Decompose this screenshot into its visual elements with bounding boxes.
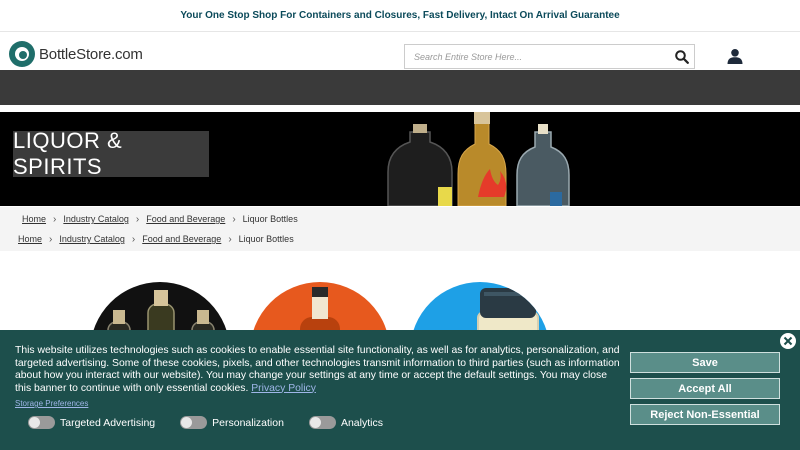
- breadcrumb-home[interactable]: Home: [18, 234, 42, 244]
- storage-preferences-link[interactable]: Storage Preferences: [15, 399, 88, 408]
- hero-title-box: LIQUOR & SPIRITS: [13, 128, 209, 179]
- search-input[interactable]: [405, 45, 670, 68]
- toggle-analytics[interactable]: Analytics: [308, 416, 383, 429]
- chevron-right-icon: ›: [49, 233, 53, 245]
- privacy-policy-link[interactable]: Privacy Policy: [251, 383, 316, 394]
- logo-text: BottleStore.com: [39, 45, 143, 63]
- toggle-label: Analytics: [340, 416, 383, 429]
- promo-text: Your One Stop Shop For Containers and Cl…: [180, 10, 620, 21]
- breadcrumb-current: Liquor Bottles: [242, 214, 298, 224]
- logo[interactable]: BottleStore.com: [9, 41, 143, 67]
- chevron-right-icon: ›: [232, 213, 236, 225]
- accept-all-button[interactable]: Accept All: [630, 378, 780, 399]
- logo-icon: [9, 41, 35, 67]
- toggle-targeted-advertising[interactable]: Targeted Advertising: [28, 416, 155, 429]
- main-navigation: [0, 70, 800, 105]
- bottles-image: [387, 112, 570, 206]
- breadcrumb-food-and-beverage[interactable]: Food and Beverage: [142, 234, 221, 244]
- toggle-label: Personalization: [212, 416, 284, 429]
- promo-banner: Your One Stop Shop For Containers and Cl…: [0, 0, 800, 32]
- chevron-right-icon: ›: [228, 233, 232, 245]
- save-button[interactable]: Save: [630, 352, 780, 373]
- breadcrumb-food-and-beverage[interactable]: Food and Beverage: [146, 214, 225, 224]
- toggle-personalization[interactable]: Personalization: [180, 416, 284, 429]
- site-header: BottleStore.com: [0, 33, 800, 70]
- toggle-switch[interactable]: [180, 416, 208, 429]
- breadcrumb-industry-catalog[interactable]: Industry Catalog: [63, 214, 129, 224]
- chevron-right-icon: ›: [135, 213, 140, 225]
- cookie-text: This website utilizes technologies such …: [15, 345, 623, 395]
- breadcrumb: Home › Industry Catalog › Food and Bever…: [0, 209, 800, 229]
- search-bar: [404, 44, 695, 69]
- breadcrumb: Home › Industry Catalog › Food and Bever…: [0, 229, 800, 249]
- cookie-consent-banner: This website utilizes technologies such …: [0, 330, 800, 450]
- category-hero: LIQUOR & SPIRITS: [0, 112, 800, 206]
- toggle-label: Targeted Advertising: [60, 416, 156, 429]
- reject-non-essential-button[interactable]: Reject Non-Essential: [630, 404, 780, 425]
- breadcrumb-home[interactable]: Home: [22, 214, 46, 224]
- cookie-message: This website utilizes technologies such …: [15, 345, 620, 394]
- user-icon[interactable]: [727, 48, 745, 66]
- breadcrumb-current: Liquor Bottles: [238, 234, 294, 244]
- breadcrumb-industry-catalog[interactable]: Industry Catalog: [59, 234, 125, 244]
- close-icon[interactable]: [780, 333, 796, 349]
- search-icon[interactable]: [670, 45, 694, 69]
- chevron-right-icon: ›: [53, 213, 57, 225]
- page-title: LIQUOR & SPIRITS: [13, 128, 123, 179]
- toggle-switch[interactable]: [28, 416, 55, 429]
- cookie-toggles: Targeted Advertising Personalization Ana…: [28, 416, 408, 429]
- chevron-right-icon: ›: [131, 233, 136, 245]
- toggle-switch[interactable]: [308, 416, 336, 429]
